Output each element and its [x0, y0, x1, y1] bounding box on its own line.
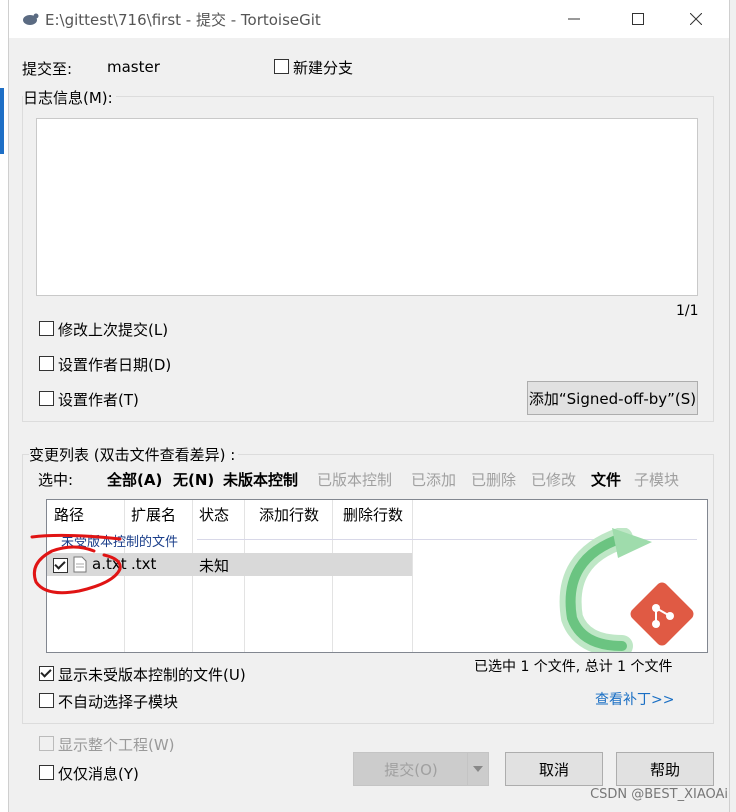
column-header-deleted[interactable]: 删除行数 — [343, 504, 403, 525]
set-author-label: 设置作者(T) — [58, 391, 139, 409]
background-app-strip — [0, 0, 8, 812]
cancel-button[interactable]: 取消 — [505, 752, 603, 786]
column-header-path[interactable]: 路径 — [54, 504, 84, 525]
filter-modified[interactable]: 已修改 — [531, 469, 576, 490]
minimize-button[interactable] — [551, 0, 597, 38]
message-only-label: 仅仅消息(Y) — [58, 765, 139, 783]
branch-name: master — [107, 58, 160, 76]
commit-button[interactable]: 提交(O) — [353, 752, 469, 786]
minimize-icon — [568, 18, 580, 20]
filter-all[interactable]: 全部(A) — [107, 469, 162, 490]
file-status: 未知 — [199, 557, 230, 575]
set-date-checkbox[interactable] — [39, 356, 54, 371]
maximize-button[interactable] — [615, 0, 661, 38]
set-date-label: 设置作者日期(D) — [58, 356, 172, 374]
no-autoselect-label: 不自动选择子模块 — [58, 693, 179, 711]
amend-label: 修改上次提交(L) — [58, 321, 169, 339]
changes-group-label: 变更列表 (双击文件查看差异) : — [29, 444, 239, 465]
show-unversioned-label: 显示未受版本控制的文件(U) — [58, 666, 246, 684]
background-selection-bar — [0, 88, 4, 154]
tortoisegit-logo-icon — [559, 528, 694, 652]
window-title: E:\gittest\716\first - 提交 - TortoiseGit — [45, 11, 321, 29]
no-autoselect-checkbox[interactable] — [39, 693, 54, 708]
show-whole-project-checkbox[interactable] — [39, 736, 54, 751]
message-only-checkbox[interactable] — [39, 765, 54, 780]
filter-versioned[interactable]: 已版本控制 — [317, 469, 392, 490]
filter-added[interactable]: 已添加 — [411, 469, 456, 490]
column-header-added[interactable]: 添加行数 — [259, 504, 319, 525]
message-group-label: 日志信息(M): — [23, 87, 116, 108]
help-button[interactable]: 帮助 — [616, 752, 714, 786]
chevron-down-icon — [473, 766, 483, 772]
show-unversioned-checkbox[interactable] — [39, 666, 54, 681]
selection-summary: 已选中 1 个文件, 总计 1 个文件 — [474, 659, 673, 675]
filter-files[interactable]: 文件 — [591, 469, 621, 490]
commit-message-input[interactable] — [36, 118, 698, 296]
watermark: CSDN @BEST_XIAOAi — [590, 787, 728, 802]
file-list[interactable]: 路径 扩展名 状态 添加行数 删除行数 未受版本控制的文件 a.txt .txt… — [46, 499, 708, 653]
commit-dialog: E:\gittest\716\first - 提交 - TortoiseGit … — [8, 0, 730, 812]
file-extension: .txt — [131, 555, 157, 573]
maximize-icon — [632, 13, 644, 25]
commit-dropdown-button[interactable] — [467, 752, 489, 786]
amend-checkbox[interactable] — [39, 321, 54, 336]
column-header-extension[interactable]: 扩展名 — [131, 504, 176, 525]
new-branch-label: 新建分支 — [293, 59, 354, 77]
set-author-checkbox[interactable] — [39, 391, 54, 406]
filter-unversioned[interactable]: 未版本控制 — [223, 469, 298, 490]
view-patch-link[interactable]: 查看补丁>> — [595, 689, 674, 709]
signed-off-button[interactable]: 添加“Signed-off-by”(S) — [527, 381, 698, 415]
select-label: 选中: — [38, 471, 74, 489]
filter-submodules[interactable]: 子模块 — [634, 469, 679, 490]
filter-none[interactable]: 无(N) — [173, 469, 214, 490]
column-header-status[interactable]: 状态 — [199, 504, 229, 525]
tortoisegit-app-icon — [23, 13, 39, 25]
close-button[interactable] — [673, 0, 719, 38]
line-counter: 1/1 — [676, 303, 699, 319]
close-icon — [690, 13, 702, 25]
title-bar[interactable]: E:\gittest\716\first - 提交 - TortoiseGit — [9, 0, 729, 38]
filter-deleted[interactable]: 已删除 — [471, 469, 516, 490]
commit-to-label: 提交至: — [22, 60, 73, 78]
show-whole-project-label: 显示整个工程(W) — [58, 736, 175, 754]
annotation-markup — [30, 533, 122, 595]
new-branch-checkbox[interactable] — [274, 59, 289, 74]
